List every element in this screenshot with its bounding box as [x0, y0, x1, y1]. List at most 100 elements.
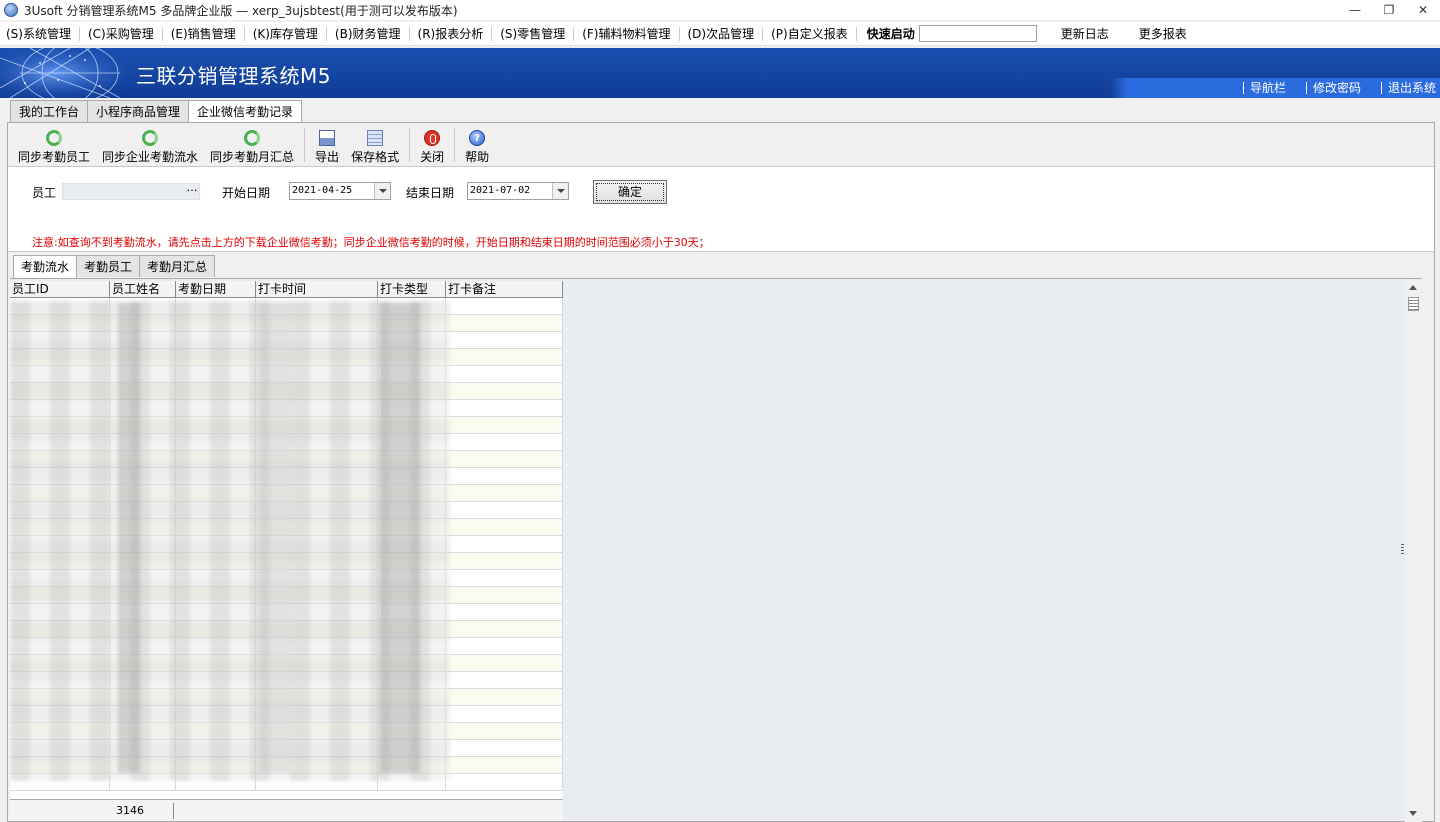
- col-punch-note[interactable]: 打卡备注: [446, 281, 563, 298]
- table-row[interactable]: [10, 723, 563, 740]
- table-row[interactable]: [10, 519, 563, 536]
- table-cell: [10, 723, 110, 739]
- table-row[interactable]: [10, 383, 563, 400]
- table-cell: [378, 740, 446, 756]
- menu-materials[interactable]: (F)辅料物料管理: [576, 22, 676, 46]
- table-row[interactable]: [10, 434, 563, 451]
- menu-sales[interactable]: (E)销售管理: [165, 22, 242, 46]
- table-cell: [256, 451, 378, 467]
- more-reports-link[interactable]: 更多报表: [1133, 22, 1193, 46]
- toolbar-separator: [304, 128, 306, 162]
- export-button[interactable]: 导出: [309, 125, 345, 165]
- menu-reports[interactable]: (R)报表分析: [412, 22, 490, 46]
- table-row[interactable]: [10, 400, 563, 417]
- tab-miniprogram-products[interactable]: 小程序商品管理: [87, 100, 190, 122]
- col-attendance-date[interactable]: 考勤日期: [176, 281, 256, 298]
- col-punch-time[interactable]: 打卡时间: [256, 281, 378, 298]
- table-row[interactable]: [10, 502, 563, 519]
- table-cell: [10, 774, 110, 790]
- vertical-scrollbar[interactable]: [1405, 279, 1422, 822]
- col-punch-type[interactable]: 打卡类型: [378, 281, 446, 298]
- table-row[interactable]: [10, 451, 563, 468]
- splitter-grip[interactable]: [1401, 544, 1404, 556]
- tab-attendance-employees[interactable]: 考勤员工: [76, 255, 141, 277]
- table-row[interactable]: [10, 672, 563, 689]
- table-cell: [10, 706, 110, 722]
- minimize-button[interactable]: —: [1338, 0, 1372, 20]
- table-row[interactable]: [10, 740, 563, 757]
- table-row[interactable]: [10, 468, 563, 485]
- col-employee-id[interactable]: 员工ID: [10, 281, 110, 298]
- power-icon: [424, 130, 441, 146]
- menu-custom-reports[interactable]: (P)自定义报表: [765, 22, 854, 46]
- table-row[interactable]: [10, 298, 563, 315]
- table-row[interactable]: [10, 315, 563, 332]
- sync-flow-button[interactable]: 同步企业考勤流水: [96, 125, 204, 165]
- change-password-link[interactable]: 修改密码: [1305, 82, 1361, 94]
- scroll-down-icon[interactable]: [1409, 811, 1417, 816]
- end-date-field[interactable]: 2021-07-02: [467, 182, 569, 200]
- tab-attendance-flow[interactable]: 考勤流水: [13, 255, 78, 278]
- menu-defects[interactable]: (D)次品管理: [682, 22, 761, 46]
- tab-wecom-attendance[interactable]: 企业微信考勤记录: [188, 100, 303, 123]
- table-row[interactable]: [10, 417, 563, 434]
- table-cell: [110, 519, 176, 535]
- menu-inventory[interactable]: (K)库存管理: [247, 22, 324, 46]
- table-row[interactable]: [10, 587, 563, 604]
- table-row[interactable]: [10, 366, 563, 383]
- menu-purchase[interactable]: (C)采购管理: [82, 22, 160, 46]
- table-cell: [256, 655, 378, 671]
- menu-system[interactable]: (S)系统管理: [0, 22, 77, 46]
- table-cell: [446, 570, 563, 586]
- logout-link[interactable]: 退出系统: [1380, 82, 1436, 94]
- close-window-button[interactable]: ✕: [1406, 0, 1440, 20]
- table-row[interactable]: [10, 604, 563, 621]
- table-cell: [256, 638, 378, 654]
- confirm-button[interactable]: 确定: [593, 180, 667, 204]
- start-date-field[interactable]: 2021-04-25: [289, 182, 391, 200]
- table-row[interactable]: [10, 706, 563, 723]
- table-row[interactable]: [10, 332, 563, 349]
- sync-icon: [244, 130, 261, 146]
- menu-finance[interactable]: (B)财务管理: [329, 22, 407, 46]
- table-row[interactable]: [10, 638, 563, 655]
- table-row[interactable]: [10, 570, 563, 587]
- menu-retail[interactable]: (S)零售管理: [494, 22, 571, 46]
- table-cell: [10, 349, 110, 365]
- table-cell: [378, 383, 446, 399]
- chevron-down-icon[interactable]: [374, 183, 390, 199]
- table-row[interactable]: [10, 655, 563, 672]
- save-format-button[interactable]: 保存格式: [345, 125, 405, 165]
- help-button[interactable]: ? 帮助: [459, 125, 495, 165]
- scroll-thumb[interactable]: [1408, 297, 1419, 311]
- window-titlebar: 3Usoft 分销管理系统M5 多品牌企业版 — xerp_3ujsbtest(…: [0, 0, 1440, 20]
- table-row[interactable]: [10, 349, 563, 366]
- table-cell: [110, 468, 176, 484]
- tab-workbench[interactable]: 我的工作台: [10, 100, 89, 122]
- table-row[interactable]: [10, 485, 563, 502]
- quick-start-input[interactable]: [918, 25, 1037, 42]
- restore-button[interactable]: ❐: [1372, 0, 1406, 20]
- employee-picker-button[interactable]: ···: [184, 184, 200, 199]
- chevron-down-icon[interactable]: [552, 183, 568, 199]
- table-row[interactable]: [10, 553, 563, 570]
- table-row[interactable]: [10, 536, 563, 553]
- table-row[interactable]: [10, 621, 563, 638]
- employee-field[interactable]: [62, 183, 200, 200]
- table-cell: [10, 570, 110, 586]
- col-employee-name[interactable]: 员工姓名: [110, 281, 176, 298]
- sync-monthly-button[interactable]: 同步考勤月汇总: [204, 125, 300, 165]
- changelog-link[interactable]: 更新日志: [1055, 22, 1115, 46]
- table-cell: [256, 757, 378, 773]
- scroll-up-icon[interactable]: [1409, 285, 1417, 290]
- table-cell: [176, 519, 256, 535]
- close-button[interactable]: 关闭: [414, 125, 450, 165]
- table-row[interactable]: [10, 757, 563, 774]
- table-cell: [176, 383, 256, 399]
- sync-employees-button[interactable]: 同步考勤员工: [12, 125, 96, 165]
- tab-attendance-monthly[interactable]: 考勤月汇总: [139, 255, 216, 277]
- nav-toggle-link[interactable]: 导航栏: [1242, 82, 1286, 94]
- table-row[interactable]: [10, 689, 563, 706]
- attendance-grid[interactable]: 员工ID 员工姓名 考勤日期 打卡时间 打卡类型 打卡备注 3146: [10, 281, 563, 821]
- table-row[interactable]: [10, 774, 563, 791]
